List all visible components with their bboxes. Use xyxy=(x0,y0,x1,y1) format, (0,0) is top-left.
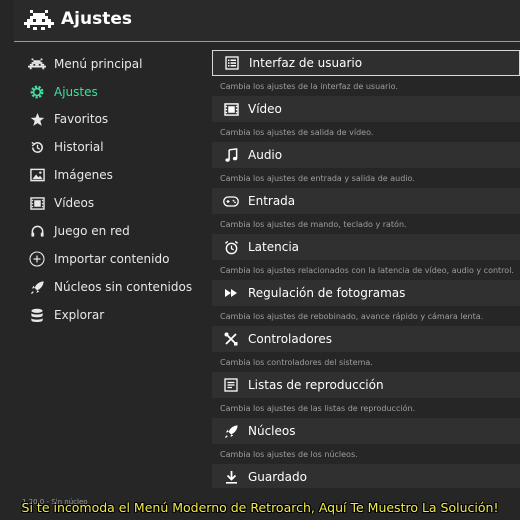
sidebar-item-label: Explorar xyxy=(54,308,105,322)
image-icon xyxy=(28,166,46,184)
settings-item-input[interactable]: Entrada xyxy=(212,188,520,214)
sidebar-item-settings[interactable]: Ajustes xyxy=(14,78,210,106)
settings-item-description: Cambia los ajustes de la interfaz de usu… xyxy=(220,82,398,91)
settings-item-latency[interactable]: Latencia xyxy=(212,234,520,260)
sidebar: Menú principal Ajustes Favoritos Histori… xyxy=(14,48,210,478)
list-item: Vídeo Cambia los ajustes de salida de ví… xyxy=(212,96,520,142)
settings-item-description: Cambia los ajustes de los núcleos. xyxy=(220,450,358,459)
sidebar-item-images[interactable]: Imágenes xyxy=(14,161,210,189)
fast-forward-icon xyxy=(223,285,239,301)
film-icon xyxy=(28,194,46,212)
sidebar-item-label: Imágenes xyxy=(54,168,113,182)
sidebar-item-label: Núcleos sin contenidos xyxy=(54,280,193,294)
invader-icon xyxy=(28,55,46,73)
list-item: Regulación de fotogramas Cambia los ajus… xyxy=(212,280,520,326)
sidebar-item-explore[interactable]: Explorar xyxy=(14,301,210,329)
settings-item-saving[interactable]: Guardado xyxy=(212,464,520,488)
settings-item-label: Vídeo xyxy=(248,102,282,116)
settings-item-label: Regulación de fotogramas xyxy=(248,286,406,300)
sidebar-item-favorites[interactable]: Favoritos xyxy=(14,105,210,133)
menu-list-icon xyxy=(224,55,240,71)
sidebar-item-cores-no-content[interactable]: Núcleos sin contenidos xyxy=(14,273,210,301)
settings-item-description: Cambia los ajustes relacionados con la l… xyxy=(220,266,514,275)
playlist-icon xyxy=(223,377,239,393)
settings-item-audio[interactable]: Audio xyxy=(212,142,520,168)
settings-item-video[interactable]: Vídeo xyxy=(212,96,520,122)
sidebar-item-import-content[interactable]: Importar contenido xyxy=(14,245,210,273)
gear-icon xyxy=(28,83,46,101)
settings-item-playlists[interactable]: Listas de reproducción xyxy=(212,372,520,398)
sidebar-item-netplay[interactable]: Juego en red xyxy=(14,217,210,245)
sidebar-item-label: Importar contenido xyxy=(54,252,170,266)
video-caption: Si te incomoda el Menú Moderno de Retroa… xyxy=(21,499,499,515)
page-title: Ajustes xyxy=(61,9,132,29)
tools-icon xyxy=(223,331,239,347)
sidebar-item-main-menu[interactable]: Menú principal xyxy=(14,50,210,78)
sidebar-item-label: Historial xyxy=(54,140,104,154)
settings-item-label: Audio xyxy=(248,148,283,162)
alarm-clock-icon xyxy=(223,239,239,255)
settings-item-cores[interactable]: Núcleos xyxy=(212,418,520,444)
plus-circle-icon xyxy=(28,250,46,268)
settings-item-user-interface[interactable]: Interfaz de usuario xyxy=(212,50,520,76)
settings-item-frame-throttle[interactable]: Regulación de fotogramas xyxy=(212,280,520,306)
database-icon xyxy=(28,306,46,324)
sidebar-item-label: Favoritos xyxy=(54,112,109,126)
settings-item-label: Controladores xyxy=(248,332,332,346)
settings-item-description: Cambia los ajustes de entrada y salida d… xyxy=(220,174,415,183)
header-bar: Ajustes xyxy=(14,0,520,42)
settings-item-label: Listas de reproducción xyxy=(248,378,384,392)
sidebar-item-label: Vídeos xyxy=(54,196,95,210)
settings-item-description: Cambia los ajustes de rebobinado, avance… xyxy=(220,312,484,321)
download-icon xyxy=(223,469,239,485)
settings-item-label: Entrada xyxy=(248,194,296,208)
sidebar-item-label: Ajustes xyxy=(54,85,98,99)
star-icon xyxy=(28,110,46,128)
rocket-icon xyxy=(223,423,239,439)
settings-item-description: Cambia los ajustes de mando, teclado y r… xyxy=(220,220,407,229)
gamepad-icon xyxy=(223,193,239,209)
retroarch-invader-icon xyxy=(24,10,54,30)
sidebar-item-label: Juego en red xyxy=(54,224,130,238)
list-item: Guardado xyxy=(212,464,520,488)
sidebar-item-label: Menú principal xyxy=(54,57,143,71)
list-item: Entrada Cambia los ajustes de mando, tec… xyxy=(212,188,520,234)
rocket-icon xyxy=(28,278,46,296)
settings-item-description: Cambia los ajustes de las listas de repr… xyxy=(220,404,416,413)
settings-item-description: Cambia los ajustes de salida de vídeo. xyxy=(220,128,374,137)
settings-item-label: Guardado xyxy=(248,470,307,484)
list-item: Audio Cambia los ajustes de entrada y sa… xyxy=(212,142,520,188)
history-icon xyxy=(28,138,46,156)
list-item: Controladores Cambia los controladores d… xyxy=(212,326,520,372)
sidebar-item-history[interactable]: Historial xyxy=(14,133,210,161)
settings-item-label: Núcleos xyxy=(248,424,296,438)
list-item: Listas de reproducción Cambia los ajuste… xyxy=(212,372,520,418)
settings-item-drivers[interactable]: Controladores xyxy=(212,326,520,352)
settings-item-label: Interfaz de usuario xyxy=(249,56,363,70)
list-item: Latencia Cambia los ajustes relacionados… xyxy=(212,234,520,280)
settings-item-description: Cambia los controladores del sistema. xyxy=(220,358,373,367)
film-icon xyxy=(223,101,239,117)
list-item: Núcleos Cambia los ajustes de los núcleo… xyxy=(212,418,520,464)
settings-item-label: Latencia xyxy=(248,240,300,254)
list-item: Interfaz de usuario Cambia los ajustes d… xyxy=(212,50,520,96)
sidebar-item-videos[interactable]: Vídeos xyxy=(14,189,210,217)
music-note-icon xyxy=(223,147,239,163)
settings-list: Interfaz de usuario Cambia los ajustes d… xyxy=(212,48,520,488)
headset-icon xyxy=(28,222,46,240)
